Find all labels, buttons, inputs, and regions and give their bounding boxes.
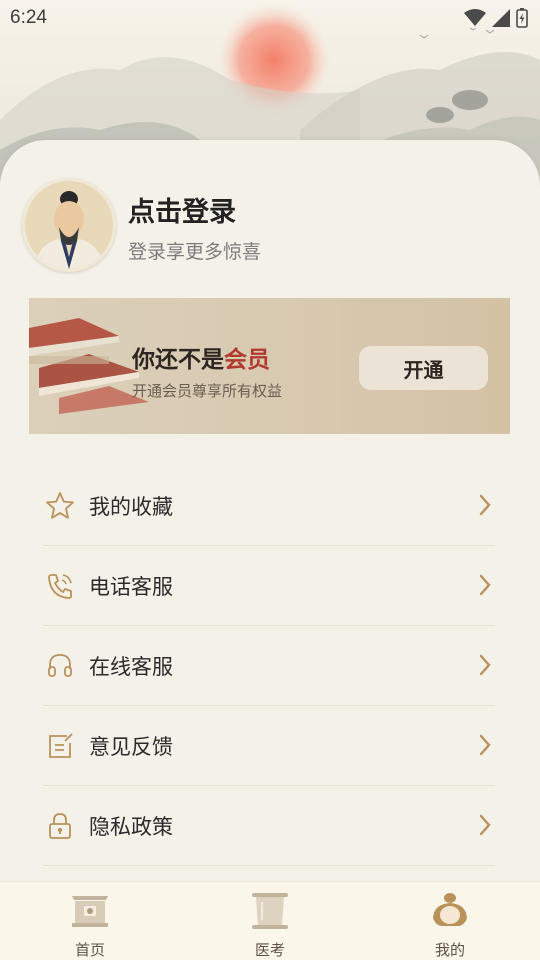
chevron-right-icon bbox=[479, 734, 491, 756]
menu-label: 意见反馈 bbox=[89, 734, 173, 759]
bottom-navigation: 首页 医考 我的 bbox=[0, 881, 540, 960]
chevron-right-icon bbox=[479, 574, 491, 596]
nav-label: 首页 bbox=[74, 941, 105, 959]
chevron-right-icon bbox=[479, 494, 491, 516]
nav-label: 医考 bbox=[254, 941, 285, 959]
scholar-icon bbox=[433, 893, 467, 926]
login-title[interactable]: 点击登录 bbox=[128, 190, 261, 229]
avatar[interactable] bbox=[22, 178, 116, 272]
nav-item-exam[interactable]: 医考 bbox=[180, 882, 360, 960]
menu-item-feedback[interactable]: 意见反馈 bbox=[43, 706, 495, 786]
star-icon bbox=[43, 489, 77, 523]
battery-charging-icon bbox=[516, 8, 528, 28]
menu-label: 我的收藏 bbox=[89, 494, 173, 519]
vip-title-highlight: 会员 bbox=[224, 346, 270, 373]
phone-icon bbox=[43, 569, 77, 603]
vip-banner[interactable]: 你还不是会员 开通会员尊享所有权益 开通 bbox=[29, 298, 510, 434]
profile-card: 点击登录 登录享更多惊喜 你还不是会员 开通会员尊享所有权益 开通 我的收藏 电… bbox=[0, 140, 540, 882]
menu-item-online-service[interactable]: 在线客服 bbox=[43, 626, 495, 706]
headset-icon bbox=[43, 649, 77, 683]
status-bar: 6:24 bbox=[0, 0, 540, 36]
menu-list: 我的收藏 电话客服 在线客服 意见反馈 隐私政策 bbox=[43, 466, 495, 866]
login-subtitle: 登录享更多惊喜 bbox=[128, 241, 262, 263]
activate-vip-button[interactable]: 开通 bbox=[359, 346, 488, 390]
vip-title: 你还不是会员 bbox=[132, 340, 270, 374]
chevron-right-icon bbox=[479, 654, 491, 676]
wifi-icon bbox=[464, 9, 486, 26]
nav-item-mine[interactable]: 我的 bbox=[360, 882, 540, 960]
status-icons bbox=[464, 8, 528, 28]
status-time: 6:24 bbox=[10, 7, 47, 28]
nav-item-home[interactable]: 首页 bbox=[0, 882, 180, 960]
lock-icon bbox=[43, 809, 77, 843]
vip-title-prefix: 你还不是 bbox=[132, 346, 224, 373]
cellular-signal-icon bbox=[492, 9, 510, 27]
menu-label: 在线客服 bbox=[89, 654, 173, 679]
home-gate-icon bbox=[72, 896, 108, 927]
feedback-icon bbox=[43, 729, 77, 763]
scroll-icon bbox=[252, 893, 288, 929]
menu-label: 隐私政策 bbox=[89, 814, 173, 839]
chevron-right-icon bbox=[479, 814, 491, 836]
nav-label: 我的 bbox=[434, 941, 465, 959]
menu-item-phone-service[interactable]: 电话客服 bbox=[43, 546, 495, 626]
menu-item-favorites[interactable]: 我的收藏 bbox=[43, 466, 495, 546]
menu-item-privacy-policy[interactable]: 隐私政策 bbox=[43, 786, 495, 866]
menu-label: 电话客服 bbox=[89, 574, 173, 599]
login-profile[interactable]: 点击登录 登录享更多惊喜 bbox=[22, 178, 261, 272]
vip-subtitle: 开通会员尊享所有权益 bbox=[132, 382, 283, 400]
